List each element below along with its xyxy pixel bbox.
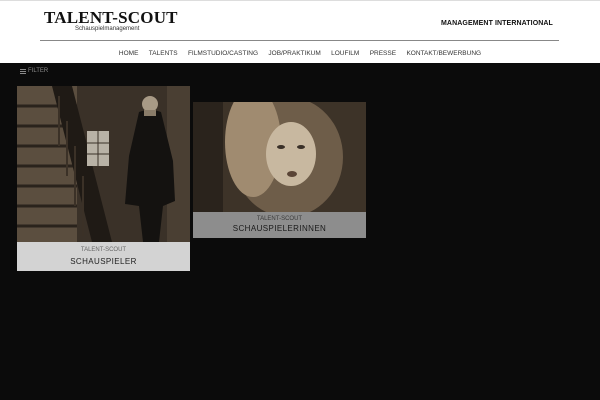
list-icon [20, 68, 26, 74]
nav-item-talents[interactable]: TALENTS [149, 50, 178, 57]
card-caption: TALENT-SCOUT SCHAUSPIELER [17, 242, 190, 271]
header-divider [40, 40, 559, 41]
logo-title: TALENT-SCOUT [44, 8, 178, 27]
portrait-photo-illustration [193, 102, 366, 212]
staircase-photo-illustration [17, 86, 190, 242]
category-card-schauspieler[interactable]: TALENT-SCOUT SCHAUSPIELER [17, 86, 190, 271]
card-title: SCHAUSPIELER [70, 257, 137, 266]
card-title: SCHAUSPIELERINNEN [232, 224, 327, 233]
card-caption: TALENT-SCOUT SCHAUSPIELERINNEN [193, 212, 366, 238]
nav-item-presse[interactable]: PRESSE [370, 50, 396, 57]
category-card-schauspielerinnen[interactable]: TALENT-SCOUT SCHAUSPIELERINNEN [193, 102, 366, 238]
nav-item-home[interactable]: HOME [119, 50, 139, 57]
filter-toggle[interactable]: FILTER [20, 68, 48, 74]
card-photo [193, 102, 366, 212]
tagline: MANAGEMENT INTERNATIONAL [441, 20, 553, 27]
logo[interactable]: TALENT-SCOUT Schauspielmanagement [44, 8, 178, 33]
nav-item-kontakt-bewerbung[interactable]: KONTAKT/BEWERBUNG [406, 50, 481, 57]
logo-subtitle: Schauspielmanagement [75, 26, 140, 32]
card-photo [17, 86, 190, 242]
main-nav: HOME TALENTS FILMSTUDIO/CASTING JOB/PRAK… [0, 50, 600, 57]
nav-item-filmstudio-casting[interactable]: FILMSTUDIO/CASTING [188, 50, 258, 57]
card-subtitle: TALENT-SCOUT [80, 247, 127, 253]
nav-item-job-praktikum[interactable]: JOB/PRAKTIKUM [268, 50, 320, 57]
site-header: TALENT-SCOUT Schauspielmanagement MANAGE… [0, 0, 600, 63]
filter-label: FILTER [28, 68, 49, 74]
card-subtitle: TALENT-SCOUT [256, 216, 303, 222]
nav-item-loufilm[interactable]: LOUFILM [331, 50, 359, 57]
